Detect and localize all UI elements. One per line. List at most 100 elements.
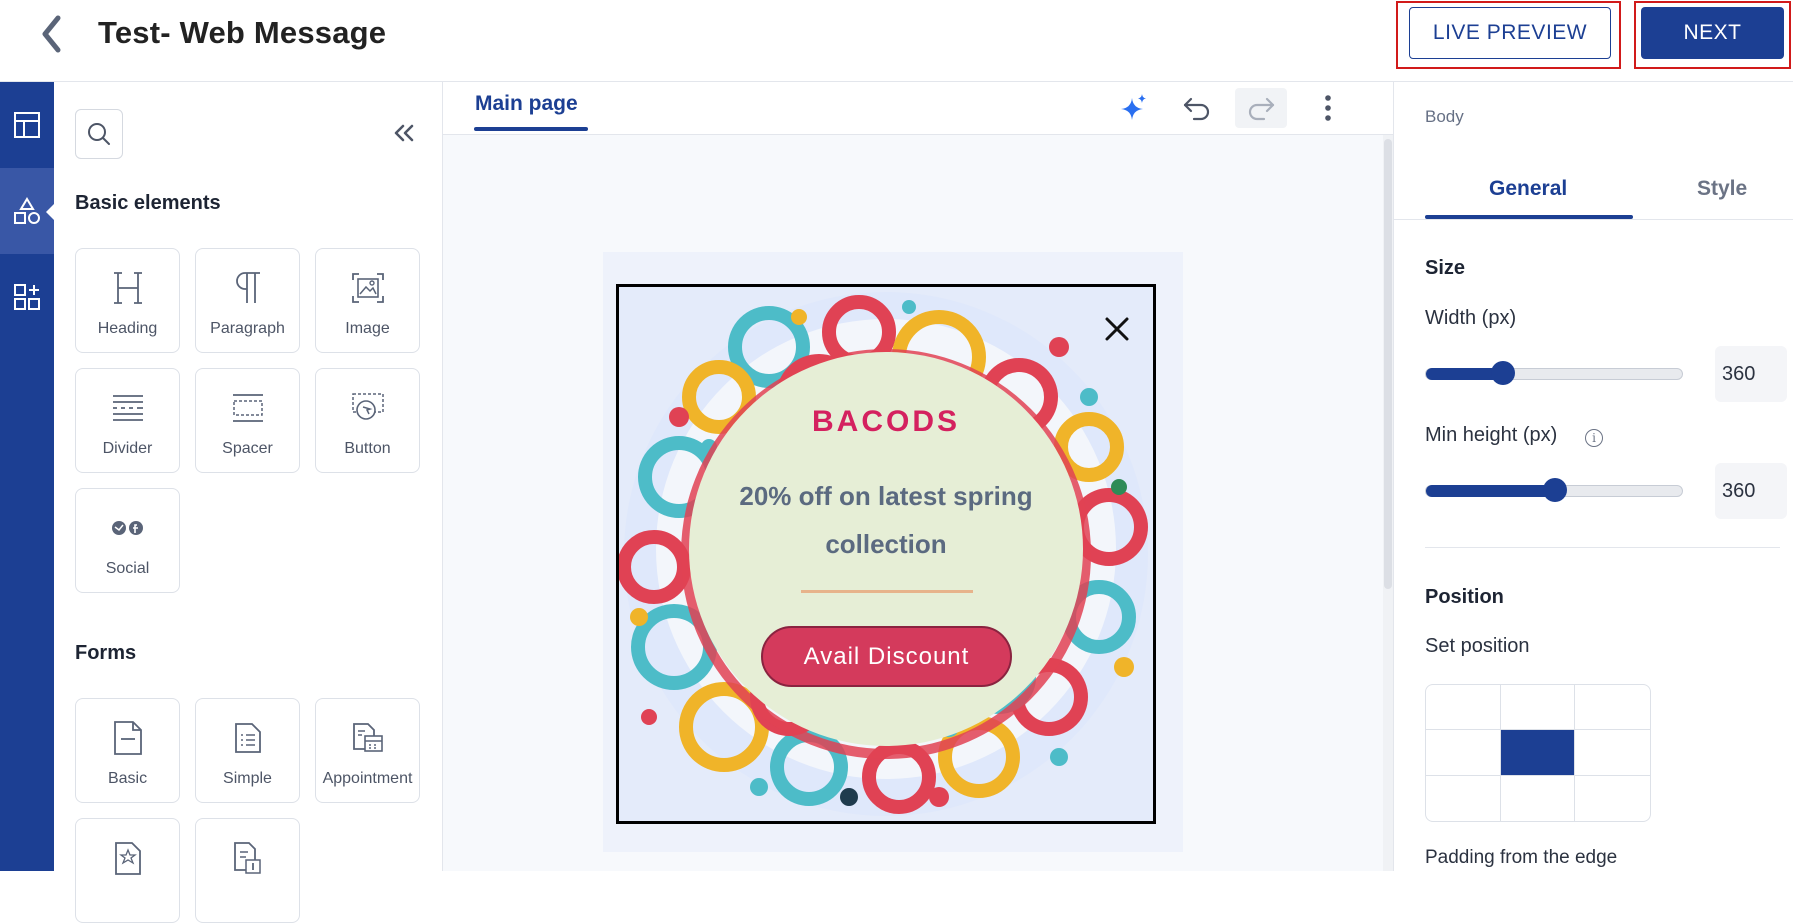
tile-spacer[interactable]: Spacer xyxy=(195,368,300,473)
layout-icon xyxy=(14,112,40,138)
position-section-title: Position xyxy=(1425,586,1504,608)
rating-form-icon xyxy=(76,837,179,879)
social-icon xyxy=(76,507,179,549)
position-middle-right[interactable] xyxy=(1575,730,1650,776)
tile-label: Social xyxy=(105,560,150,577)
scroll-thumb[interactable] xyxy=(1384,139,1392,589)
tile-label: Heading xyxy=(97,320,158,337)
position-top-right[interactable] xyxy=(1575,685,1650,731)
redo-icon xyxy=(1248,97,1275,121)
min-height-label: Min height (px) xyxy=(1425,424,1558,446)
page-title: Test- Web Message xyxy=(98,15,387,50)
position-center[interactable] xyxy=(1500,730,1576,776)
padding-label: Padding from the edge xyxy=(1425,847,1618,868)
position-bottom-left[interactable] xyxy=(1426,775,1501,821)
basic-form-icon xyxy=(76,717,179,759)
width-slider[interactable] xyxy=(1425,361,1683,385)
canvas-tabbar: Main page xyxy=(443,82,1393,135)
web-message-popup[interactable]: BACODS 20% off on latest spring collecti… xyxy=(616,284,1156,824)
properties-panel: Body General Style Size Width (px) 360 M… xyxy=(1393,82,1793,871)
search-button[interactable] xyxy=(75,109,123,159)
active-indicator xyxy=(46,204,54,220)
info-icon[interactable]: i xyxy=(1585,429,1603,447)
popup-headline: 20% off on latest spring collection xyxy=(739,481,1033,559)
ai-assist-button[interactable] xyxy=(1114,88,1154,128)
rail-item-elements[interactable] xyxy=(0,168,54,254)
width-label: Width (px) xyxy=(1425,307,1517,329)
size-section-title: Size xyxy=(1425,257,1466,279)
min-height-slider-handle[interactable] xyxy=(1543,478,1567,502)
double-chevron-left-icon xyxy=(394,124,414,142)
form-icon xyxy=(196,837,299,879)
sparkle-icon xyxy=(1121,94,1146,120)
live-preview-button[interactable]: LIVE PREVIEW xyxy=(1409,7,1611,59)
min-height-slider[interactable] xyxy=(1425,478,1683,502)
tile-appointment-form[interactable]: Appointment xyxy=(315,698,420,803)
add-widget-icon xyxy=(14,284,40,310)
tab-general[interactable]: General xyxy=(1489,177,1567,201)
set-position-label: Set position xyxy=(1425,635,1530,657)
tab-divider xyxy=(1394,219,1793,220)
rail-item-widgets[interactable] xyxy=(0,254,54,340)
spacer-icon xyxy=(196,387,299,429)
tile-label: Image xyxy=(345,320,390,337)
basic-elements-title: Basic elements xyxy=(75,192,221,214)
forms-title: Forms xyxy=(75,642,137,664)
tab-main-page[interactable]: Main page xyxy=(475,92,578,116)
heading-icon xyxy=(76,267,179,309)
left-rail xyxy=(0,82,54,871)
shapes-icon xyxy=(14,197,40,224)
canvas-scrollbar[interactable] xyxy=(1383,135,1393,871)
position-bottom-center[interactable] xyxy=(1501,775,1576,821)
position-middle-left[interactable] xyxy=(1426,730,1501,776)
search-icon xyxy=(88,123,110,145)
selected-element-label: Body xyxy=(1425,107,1464,126)
tile-button[interactable]: Button xyxy=(315,368,420,473)
min-height-slider-fill xyxy=(1426,485,1555,497)
undo-button[interactable] xyxy=(1177,88,1217,128)
collapse-panel-button[interactable] xyxy=(389,118,419,148)
tile-label: Appointment xyxy=(322,770,413,787)
simple-form-icon xyxy=(196,717,299,759)
canvas-area: Main page BACODS 20% off on latest sprin… xyxy=(443,82,1393,871)
rail-item-layout[interactable] xyxy=(0,82,54,168)
close-icon[interactable] xyxy=(1099,311,1135,347)
tile-label: Simple xyxy=(223,770,272,787)
tab-active-indicator xyxy=(474,127,588,131)
tab-style[interactable]: Style xyxy=(1697,177,1747,201)
chevron-left-icon xyxy=(42,15,61,53)
section-divider xyxy=(1425,547,1780,548)
back-button[interactable] xyxy=(36,14,66,54)
tile-social[interactable]: Social xyxy=(75,488,180,593)
top-header: Test- Web Message LIVE PREVIEW NEXT xyxy=(0,0,1793,82)
position-bottom-right[interactable] xyxy=(1575,776,1650,821)
tile-heading[interactable]: Heading xyxy=(75,248,180,353)
tile-label: Basic xyxy=(107,770,148,787)
more-options-button[interactable] xyxy=(1308,88,1348,128)
tile-divider[interactable]: Divider xyxy=(75,368,180,473)
tile-image[interactable]: Image xyxy=(315,248,420,353)
next-button[interactable]: NEXT xyxy=(1641,7,1784,59)
paragraph-icon xyxy=(196,267,299,309)
brand-logo: BACODS xyxy=(811,405,960,438)
image-icon xyxy=(316,267,419,309)
position-grid[interactable] xyxy=(1425,684,1651,822)
appointment-form-icon xyxy=(316,717,419,759)
tile-label: Paragraph xyxy=(210,320,285,337)
width-slider-handle[interactable] xyxy=(1491,361,1516,385)
undo-icon xyxy=(1183,97,1210,121)
width-input[interactable]: 360 xyxy=(1715,346,1787,402)
elements-panel: Basic elements Heading Paragraph Image D… xyxy=(54,82,443,923)
tile-paragraph[interactable]: Paragraph xyxy=(195,248,300,353)
avail-discount-button[interactable]: Avail Discount xyxy=(761,626,1012,687)
tile-label: Spacer xyxy=(222,440,273,457)
min-height-input[interactable]: 360 xyxy=(1715,463,1787,519)
position-top-center[interactable] xyxy=(1500,685,1576,731)
tile-label: Button xyxy=(344,440,391,457)
redo-button[interactable] xyxy=(1235,88,1287,128)
button-icon xyxy=(316,387,419,429)
tile-basic-form[interactable]: Basic xyxy=(75,698,180,803)
tile-simple-form[interactable]: Simple xyxy=(195,698,300,803)
position-top-left[interactable] xyxy=(1426,685,1501,731)
divider-icon xyxy=(76,387,179,429)
